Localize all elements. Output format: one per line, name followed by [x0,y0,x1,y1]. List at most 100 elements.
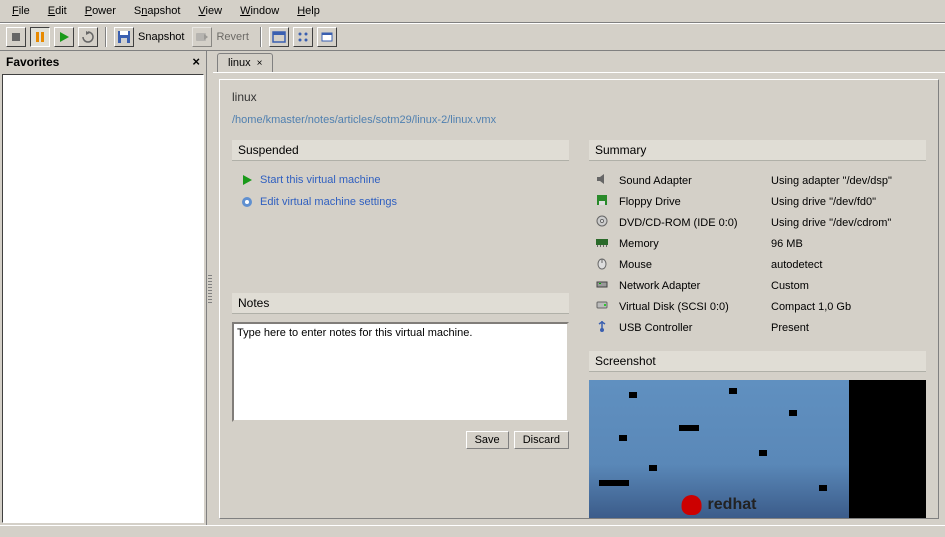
content-area: linux × linux /home/kmaster/notes/articl… [213,51,945,525]
menu-power[interactable]: Power [77,2,124,20]
revert-icon [195,30,209,44]
settings-icon [240,195,254,209]
device-value: 96 MB [767,234,924,253]
disk-icon [595,298,609,312]
notes-textarea[interactable]: Type here to enter notes for this virtua… [232,322,569,422]
screenshot-thumbnail[interactable]: redhat [589,380,926,519]
device-value: Using drive "/dev/fd0" [767,192,924,211]
vm-title: linux [232,90,926,104]
play-button[interactable] [54,27,74,47]
summary-row[interactable]: Mouseautodetect [591,255,924,274]
fullscreen-button[interactable] [269,27,289,47]
redhat-logo: redhat [682,495,757,515]
device-value: Using adapter "/dev/dsp" [767,171,924,190]
reset-icon [81,30,95,44]
device-name: Sound Adapter [615,171,765,190]
snapshot-label: Snapshot [134,31,188,43]
summary-row[interactable]: Memory96 MB [591,234,924,253]
toolbar-separator [105,27,107,47]
play-icon [240,173,254,187]
memory-icon [595,235,609,249]
pause-icon [33,30,47,44]
revert-label: Revert [212,31,252,43]
splitter[interactable] [207,51,213,525]
favorites-list[interactable] [2,74,204,523]
menu-snapshot[interactable]: Snapshot [126,2,189,20]
window-icon [320,30,334,44]
revert-group[interactable]: Revert [192,27,252,47]
vm-summary-panel: linux /home/kmaster/notes/articles/sotm2… [219,79,939,519]
device-name: USB Controller [615,318,765,337]
menu-bar: File Edit Power Snapshot View Window Hel… [0,0,945,23]
stop-icon [9,30,23,44]
tab-label: linux [228,57,251,69]
tab-linux[interactable]: linux × [217,53,273,72]
quickswitch-button[interactable] [293,27,313,47]
right-column: Summary Sound AdapterUsing adapter "/dev… [589,140,926,519]
notes-header: Notes [232,293,569,314]
edit-vm-label: Edit virtual machine settings [260,196,397,208]
network-icon [595,277,609,291]
tab-close-icon[interactable]: × [257,58,263,69]
menu-help[interactable]: Help [289,2,328,20]
favorites-header: Favorites × [0,51,206,72]
menu-view[interactable]: View [190,2,230,20]
pause-button[interactable] [30,27,50,47]
device-name: DVD/CD-ROM (IDE 0:0) [615,213,765,232]
close-icon[interactable]: × [192,54,200,69]
grid-icon [296,30,310,44]
usb-icon [595,319,609,333]
suspended-header: Suspended [232,140,569,161]
tab-bar: linux × [213,51,945,73]
screenshot-header: Screenshot [589,351,926,372]
summary-row[interactable]: Sound AdapterUsing adapter "/dev/dsp" [591,171,924,190]
summary-row[interactable]: USB ControllerPresent [591,318,924,337]
device-name: Memory [615,234,765,253]
menu-edit[interactable]: Edit [40,2,75,20]
device-value: Compact 1,0 Gb [767,297,924,316]
window-button[interactable] [317,27,337,47]
start-vm-label: Start this virtual machine [260,174,380,186]
snapshot-group[interactable]: Snapshot [114,27,188,47]
menu-file[interactable]: File [4,2,38,20]
device-name: Mouse [615,255,765,274]
menu-window[interactable]: Window [232,2,287,20]
device-name: Network Adapter [615,276,765,295]
vm-path: /home/kmaster/notes/articles/sotm29/linu… [232,114,926,126]
summary-row[interactable]: Network AdapterCustom [591,276,924,295]
device-value: Using drive "/dev/cdrom" [767,213,924,232]
stop-button[interactable] [6,27,26,47]
summary-table: Sound AdapterUsing adapter "/dev/dsp" Fl… [589,169,926,339]
edit-vm-link[interactable]: Edit virtual machine settings [232,191,569,213]
reset-button[interactable] [78,27,98,47]
save-button[interactable]: Save [466,431,509,449]
main-area: Favorites × linux × linux /home/kmaster/… [0,51,945,525]
sound-icon [595,172,609,186]
status-bar [0,525,945,537]
left-column: Suspended Start this virtual machine Edi… [232,140,569,519]
redhat-text: redhat [708,496,757,514]
revert-button[interactable] [192,27,212,47]
toolbar: Snapshot Revert [0,23,945,51]
floppy-icon [117,30,131,44]
screenshot-image: redhat [589,380,849,519]
discard-button[interactable]: Discard [514,431,569,449]
device-value: Present [767,318,924,337]
start-vm-link[interactable]: Start this virtual machine [232,169,569,191]
floppy-icon [595,193,609,207]
snapshot-button[interactable] [114,27,134,47]
cdrom-icon [595,214,609,228]
summary-row[interactable]: Virtual Disk (SCSI 0:0)Compact 1,0 Gb [591,297,924,316]
device-name: Floppy Drive [615,192,765,211]
device-value: Custom [767,276,924,295]
summary-row[interactable]: Floppy DriveUsing drive "/dev/fd0" [591,192,924,211]
toolbar-separator [260,27,262,47]
favorites-panel: Favorites × [0,51,207,525]
device-value: autodetect [767,255,924,274]
summary-row[interactable]: DVD/CD-ROM (IDE 0:0)Using drive "/dev/cd… [591,213,924,232]
summary-header: Summary [589,140,926,161]
fullscreen-icon [272,30,286,44]
play-icon [57,30,71,44]
mouse-icon [595,256,609,270]
device-name: Virtual Disk (SCSI 0:0) [615,297,765,316]
